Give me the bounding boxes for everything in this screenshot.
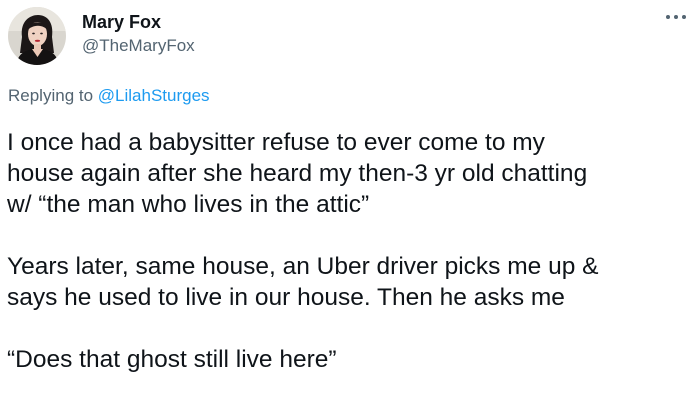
author-handle[interactable]: @TheMaryFox xyxy=(82,36,195,56)
avatar[interactable] xyxy=(8,7,66,65)
more-options-button[interactable] xyxy=(660,6,692,28)
reply-to-handle-link[interactable]: @LilahSturges xyxy=(98,86,210,105)
tweet-card: Mary Fox @TheMaryFox Replying to @LilahS… xyxy=(0,0,700,403)
author-display-name[interactable]: Mary Fox xyxy=(82,12,161,32)
tweet-line: “Does that ghost still live here” xyxy=(7,346,337,373)
tweet-line: house again after she heard my then-3 yr… xyxy=(7,160,588,187)
reply-prefix: Replying to xyxy=(8,86,98,105)
more-horizontal-icon xyxy=(666,15,686,19)
reply-context: Replying to @LilahSturges xyxy=(8,86,210,106)
tweet-line: I once had a babysitter refuse to ever c… xyxy=(7,129,545,156)
tweet-line: says he used to live in our house. Then … xyxy=(7,284,565,311)
tweet-line: Years later, same house, an Uber driver … xyxy=(7,253,599,280)
profile-photo-icon xyxy=(8,7,66,65)
tweet-line: w/ “the man who lives in the attic” xyxy=(7,191,370,218)
tweet-text: I once had a babysitter refuse to ever c… xyxy=(7,127,693,375)
